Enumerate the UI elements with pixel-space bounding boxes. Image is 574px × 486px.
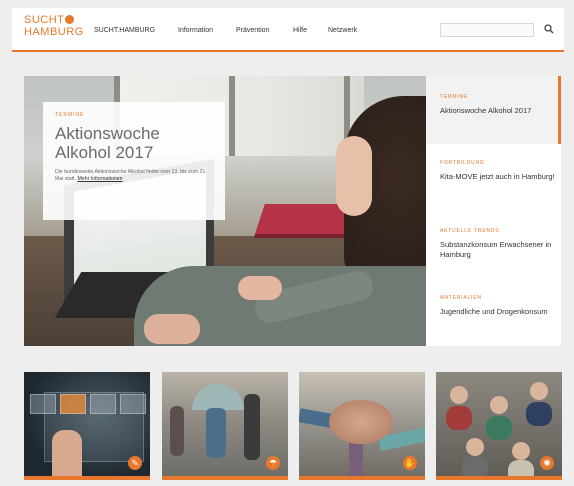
site-header: SUCHT HAMBURG SUCHT.HAMBURG Information …: [12, 8, 564, 52]
teaser-title: Aktionswoche Alkohol 2017: [440, 106, 532, 115]
nav-item-information[interactable]: Information: [178, 27, 213, 34]
hero-title[interactable]: Aktionswoche Alkohol 2017: [55, 124, 213, 162]
screen-button-graphic: [60, 394, 86, 414]
nav-item-hilfe[interactable]: Hilfe: [293, 27, 307, 34]
nav-item-sucht-hamburg[interactable]: SUCHT.HAMBURG: [94, 27, 155, 34]
pedestrian-graphic: [170, 406, 184, 456]
logo-text-bottom: HAMBURG: [24, 26, 84, 38]
tile-hilfe[interactable]: ✋: [299, 372, 425, 480]
hero-more-link[interactable]: Mehr Informationen: [78, 176, 123, 182]
header-divider: [12, 50, 564, 52]
teaser-list: TERMINE Aktionswoche Alkohol 2017 FORTBI…: [426, 76, 561, 346]
joined-hands-graphic: [329, 400, 393, 444]
search-input[interactable]: [440, 23, 534, 37]
teaser-title: Substanzkonsum Erwachsener in Hamburg: [440, 240, 552, 259]
screen-button-graphic: [90, 394, 116, 414]
hero-card: TERMINE Aktionswoche Alkohol 2017 Die bu…: [43, 102, 225, 220]
search-icon[interactable]: [544, 24, 554, 34]
pen-icon: ✎: [128, 456, 142, 470]
teaser-kicker: AKTUELLE TRENDS: [440, 228, 500, 234]
teaser-kicker: FORTBILDUNG: [440, 160, 485, 166]
screen-button-graphic: [30, 394, 56, 414]
logo-text-top: SUCHT: [24, 14, 65, 26]
face-graphic: [530, 382, 548, 400]
hero-text: Die bundesweite Aktionswoche Alkohol fin…: [55, 169, 213, 183]
face-graphic: [490, 396, 508, 414]
person-hand: [238, 276, 282, 300]
tile-accent-bar: [299, 476, 425, 480]
pedestrian-graphic: [244, 394, 260, 460]
umbrella-graphic: [192, 384, 244, 410]
teaser-item-materialien[interactable]: MATERIALIEN Jugendliche und Drogenkonsum: [426, 278, 561, 346]
teaser-kicker: TERMINE: [440, 94, 469, 100]
logo[interactable]: SUCHT HAMBURG: [24, 14, 84, 38]
arm-graphic: [349, 442, 363, 480]
tile-accent-bar: [162, 476, 288, 480]
teaser-item-termine[interactable]: TERMINE Aktionswoche Alkohol 2017: [426, 76, 561, 144]
tile-accent-bar: [24, 476, 150, 480]
umbrella-icon: ☂: [266, 456, 280, 470]
person-face: [336, 136, 372, 216]
hero-image[interactable]: TERMINE Aktionswoche Alkohol 2017 Die bu…: [24, 76, 426, 346]
teaser-title: Jugendliche und Drogenkonsum: [440, 307, 548, 316]
tile-information[interactable]: ✎: [24, 372, 150, 480]
pedestrian-graphic: [206, 408, 226, 458]
face-graphic: [450, 386, 468, 404]
shirt-graphic: [526, 402, 552, 426]
face-graphic: [512, 442, 530, 460]
nav-item-praevention[interactable]: Prävention: [236, 27, 269, 34]
teaser-item-aktuelle-trends[interactable]: AKTUELLE TRENDS Substanzkonsum Erwachsen…: [426, 212, 561, 278]
hands-icon: ✋: [403, 456, 417, 470]
nav-item-netzwerk[interactable]: Netzwerk: [328, 27, 357, 34]
teaser-kicker: MATERIALIEN: [440, 295, 482, 301]
person-hand: [144, 314, 200, 344]
shirt-graphic: [486, 416, 512, 440]
teaser-title: Kita-MOVE jetzt auch in Hamburg!: [440, 172, 555, 181]
tile-praevention[interactable]: ☂: [162, 372, 288, 480]
tile-netzwerk[interactable]: ✺: [436, 372, 562, 480]
logo-ball-icon: [65, 15, 75, 24]
finger-graphic: [52, 430, 82, 480]
window-frame: [229, 76, 235, 156]
face-graphic: [466, 438, 484, 456]
shirt-graphic: [446, 406, 472, 430]
hero-kicker: TERMINE: [55, 112, 85, 118]
network-icon: ✺: [540, 456, 554, 470]
tile-accent-bar: [436, 476, 562, 480]
screen-button-graphic: [120, 394, 146, 414]
teaser-item-fortbildung[interactable]: FORTBILDUNG Kita-MOVE jetzt auch in Hamb…: [426, 144, 561, 212]
